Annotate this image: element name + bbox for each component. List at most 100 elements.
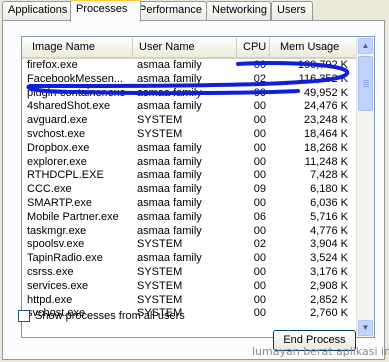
process-mem-usage: 5,716 K [310, 210, 348, 223]
process-image-name: SMARTP.exe [27, 196, 93, 209]
process-cpu: 00 [253, 169, 266, 182]
process-user-name: asmaa family [137, 72, 202, 85]
process-cpu: 00 [253, 279, 266, 292]
process-image-name: Dropbox.exe [27, 141, 90, 154]
process-mem-usage: 24,476 K [303, 100, 348, 113]
process-row[interactable]: explorer.exe asmaa family 00 11,248 K [22, 156, 359, 170]
tab-applications[interactable]: Applications [2, 1, 79, 20]
process-image-name: spoolsv.exe [27, 238, 85, 251]
process-image-name: FacebookMessen... [27, 72, 123, 85]
process-row[interactable]: avguard.exe SYSTEM 00 23,248 K [22, 114, 359, 128]
process-cpu: 00 [253, 307, 266, 320]
process-user-name: asmaa family [137, 196, 202, 209]
process-mem-usage: 4,776 K [310, 224, 348, 237]
column-mem-usage[interactable]: Mem Usage [270, 37, 358, 57]
process-user-name: asmaa family [137, 210, 202, 223]
column-header-row: Image Name User Name CPU Mem Usage [22, 37, 359, 59]
process-cpu: 00 [253, 265, 266, 278]
process-row[interactable]: FacebookMessen... asmaa family 02 116,352 K [22, 73, 359, 87]
process-user-name: asmaa family [137, 183, 202, 196]
process-image-name: CCC.exe [27, 183, 72, 196]
process-cpu: 02 [253, 72, 266, 85]
process-row[interactable]: taskmgr.exe asmaa family 00 4,776 K [22, 225, 359, 239]
process-user-name: asmaa family [137, 141, 202, 154]
process-user-name: SYSTEM [137, 114, 183, 127]
arrow-up-icon[interactable]: ▲ [358, 38, 373, 54]
process-mem-usage: 7,428 K [310, 169, 348, 182]
process-row[interactable]: firefox.exe asmaa family 00 190,792 K [22, 59, 359, 73]
process-image-name: httpd.exe [27, 293, 73, 306]
process-cpu: 00 [253, 224, 266, 237]
process-row[interactable]: svchost.exe SYSTEM 00 18,464 K [22, 128, 359, 142]
tab-users[interactable]: Users [271, 1, 313, 20]
column-image-name[interactable]: Image Name [22, 37, 133, 57]
process-cpu: 00 [253, 293, 266, 306]
process-row[interactable]: Mobile Partner.exe asmaa family 06 5,716 K [22, 211, 359, 225]
show-all-checkbox[interactable] [18, 310, 30, 322]
process-mem-usage: 18,268 K [303, 141, 348, 154]
process-cpu: 00 [253, 100, 266, 113]
process-user-name: asmaa family [137, 155, 202, 168]
show-all-label: Show processes from all users [35, 310, 185, 322]
process-user-name: SYSTEM [137, 265, 183, 278]
process-row[interactable]: CCC.exe asmaa family 09 6,180 K [22, 183, 359, 197]
process-mem-usage: 2,908 K [310, 279, 348, 292]
process-row[interactable]: SMARTP.exe asmaa family 00 6,036 K [22, 197, 359, 211]
process-cpu: 00 [253, 86, 266, 99]
process-row[interactable]: services.exe SYSTEM 00 2,908 K [22, 280, 359, 294]
process-cpu: 00 [253, 127, 266, 140]
process-image-name: services.exe [27, 279, 89, 292]
process-image-name: TapinRadio.exe [27, 252, 103, 265]
arrow-down-icon[interactable]: ▼ [358, 320, 373, 336]
tab-strip: Applications Processes Performance Netwo… [2, 0, 387, 22]
process-mem-usage: 18,464 K [303, 127, 348, 140]
process-row[interactable]: httpd.exe SYSTEM 00 2,852 K [22, 294, 359, 308]
process-mem-usage: 2,760 K [310, 307, 348, 320]
process-image-name: taskmgr.exe [27, 224, 87, 237]
process-cpu: 06 [253, 210, 266, 223]
process-cpu: 00 [253, 196, 266, 209]
process-cpu: 02 [253, 238, 266, 251]
process-image-name: RTHDCPL.EXE [27, 169, 104, 182]
scroll-thumb[interactable] [358, 56, 373, 111]
process-cpu: 09 [253, 183, 266, 196]
process-image-name: plugin-container.exe [27, 86, 126, 99]
process-image-name: Mobile Partner.exe [27, 210, 119, 223]
process-mem-usage: 116,352 K [298, 72, 348, 85]
process-mem-usage: 6,180 K [310, 183, 348, 196]
process-image-name: firefox.exe [27, 59, 78, 71]
process-user-name: SYSTEM [137, 293, 183, 306]
process-cpu: 00 [253, 155, 266, 168]
process-cpu: 00 [253, 114, 266, 127]
process-row[interactable]: spoolsv.exe SYSTEM 02 3,904 K [22, 238, 359, 252]
process-user-name: SYSTEM [137, 279, 183, 292]
process-image-name: svchost.exe [27, 127, 86, 140]
process-user-name: asmaa family [137, 100, 202, 113]
process-user-name: asmaa family [137, 224, 202, 237]
process-user-name: asmaa family [137, 59, 202, 71]
process-row[interactable]: TapinRadio.exe asmaa family 00 3,524 K [22, 252, 359, 266]
process-mem-usage: 11,248 K [304, 155, 348, 168]
process-mem-usage: 3,524 K [310, 252, 348, 265]
process-mem-usage: 2,852 K [310, 293, 348, 306]
process-row[interactable]: RTHDCPL.EXE asmaa family 00 7,428 K [22, 169, 359, 183]
process-image-name: 4sharedShot.exe [27, 100, 111, 113]
process-row[interactable]: 4sharedShot.exe asmaa family 00 24,476 K [22, 100, 359, 114]
process-row[interactable]: Dropbox.exe asmaa family 00 18,268 K [22, 142, 359, 156]
process-row[interactable]: plugin-container.exe asmaa family 00 49,952… [22, 87, 359, 101]
process-row[interactable]: csrss.exe SYSTEM 00 3,176 K [22, 266, 359, 280]
watermark-text: lumayan berat aplikasi ini [252, 345, 389, 358]
column-user-name[interactable]: User Name [133, 37, 237, 57]
process-image-name: csrss.exe [27, 265, 74, 278]
tab-performance[interactable]: Performance [133, 1, 207, 20]
process-list[interactable]: Image Name User Name CPU Mem Usage firef… [21, 36, 375, 338]
process-mem-usage: 23,248 K [303, 114, 348, 127]
vertical-scrollbar[interactable]: ▲ ▼ [356, 37, 374, 337]
process-cpu: 00 [253, 59, 266, 71]
tab-processes[interactable]: Processes [70, 0, 141, 22]
process-image-name: avguard.exe [27, 114, 88, 127]
process-mem-usage: 3,904 K [310, 238, 348, 251]
column-cpu[interactable]: CPU [237, 37, 270, 57]
process-mem-usage: 6,036 K [310, 196, 348, 209]
tab-networking[interactable]: Networking [206, 1, 271, 20]
